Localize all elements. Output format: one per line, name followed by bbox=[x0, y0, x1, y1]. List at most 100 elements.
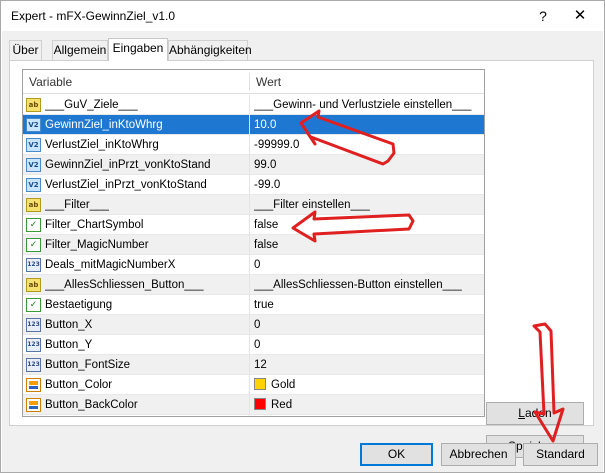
value-text: Gold bbox=[271, 379, 296, 391]
header-value[interactable]: Wert bbox=[250, 70, 484, 94]
default-button[interactable]: Standard bbox=[523, 443, 598, 466]
tab-allgemein[interactable]: Allgemein bbox=[52, 40, 108, 60]
string-type-icon: ab bbox=[26, 198, 41, 212]
close-icon[interactable]: ✕ bbox=[567, 4, 593, 28]
value-cell[interactable]: false bbox=[254, 215, 482, 235]
load-label-mnemonic: L bbox=[518, 406, 525, 420]
value-cell[interactable]: 0 bbox=[254, 335, 482, 355]
integer-type-icon: 123 bbox=[26, 358, 41, 372]
variable-name: VerlustZiel_inPrzt_vonKtoStand bbox=[45, 179, 207, 191]
value-text: Red bbox=[271, 399, 293, 411]
tab-eingaben[interactable]: Eingaben bbox=[108, 38, 168, 61]
table-row[interactable]: V2 VerlustZiel_inKtoWhrg -99999.0 bbox=[23, 135, 484, 155]
integer-type-icon: 123 bbox=[26, 258, 41, 272]
cancel-button[interactable]: Abbrechen bbox=[441, 443, 516, 466]
value-cell[interactable]: -99.0 bbox=[254, 175, 482, 195]
table-header: Variable Wert bbox=[23, 70, 484, 94]
bool-type-icon: ✓ bbox=[26, 238, 41, 252]
value-cell[interactable]: ___AllesSchliessen-Button einstellen___ bbox=[254, 275, 482, 295]
value-cell[interactable]: ___Filter einstellen___ bbox=[254, 195, 482, 215]
header-variable[interactable]: Variable bbox=[23, 70, 249, 94]
variable-name: Deals_mitMagicNumberX bbox=[45, 259, 176, 271]
column-divider bbox=[249, 295, 250, 315]
string-type-icon: ab bbox=[26, 278, 41, 292]
value-cell[interactable]: 12 bbox=[254, 355, 482, 375]
inputs-panel: Variable Wert ab ___GuV_Ziele___ ___Gewinn… bbox=[9, 60, 594, 458]
value-cell[interactable]: -99999.0 bbox=[254, 135, 482, 155]
bool-type-icon: ✓ bbox=[26, 298, 41, 312]
column-divider bbox=[249, 355, 250, 375]
variable-name: ___GuV_Ziele___ bbox=[45, 99, 138, 111]
column-divider bbox=[249, 115, 250, 135]
variable-name: Button_BackColor bbox=[45, 399, 138, 411]
value-cell[interactable]: true bbox=[254, 295, 482, 315]
variable-name: Filter_MagicNumber bbox=[45, 239, 149, 251]
column-divider bbox=[249, 275, 250, 295]
column-divider bbox=[249, 95, 250, 115]
variable-name: Button_FontSize bbox=[45, 359, 131, 371]
table-row[interactable]: ab ___AllesSchliessen_Button___ ___AllesSc… bbox=[23, 275, 484, 295]
expert-dialog-window: Expert - mFX-GewinnZiel_v1.0 ? ✕ Über Al… bbox=[0, 0, 605, 473]
value-cell[interactable]: 0 bbox=[254, 315, 482, 335]
integer-type-icon: 123 bbox=[26, 338, 41, 352]
color-type-icon bbox=[26, 398, 41, 412]
table-row[interactable]: 123 Button_FontSize 12 bbox=[23, 355, 484, 375]
double-type-icon: V2 bbox=[26, 158, 41, 172]
value-cell[interactable]: false bbox=[254, 235, 482, 255]
column-divider bbox=[249, 315, 250, 335]
column-divider bbox=[249, 155, 250, 175]
column-divider bbox=[249, 235, 250, 255]
tab-abhaengigkeiten[interactable]: Abhängigkeiten bbox=[168, 40, 252, 60]
column-divider bbox=[249, 335, 250, 355]
table-row[interactable]: V2 VerlustZiel_inPrzt_vonKtoStand -99.0 bbox=[23, 175, 484, 195]
table-row[interactable]: ✓ Filter_ChartSymbol false bbox=[23, 215, 484, 235]
column-divider bbox=[249, 195, 250, 215]
variable-name: Bestaetigung bbox=[45, 299, 113, 311]
table-row[interactable]: Button_BackColor Red bbox=[23, 395, 484, 415]
variable-name: Button_Y bbox=[45, 339, 93, 351]
color-swatch bbox=[254, 398, 266, 410]
column-divider bbox=[249, 215, 250, 235]
table-row[interactable]: V2 GewinnZiel_inKtoWhrg 10.0 bbox=[23, 115, 484, 135]
table-row[interactable]: 123 Deals_mitMagicNumberX 0 bbox=[23, 255, 484, 275]
variable-name: GewinnZiel_inPrzt_vonKtoStand bbox=[45, 159, 211, 171]
table-row[interactable]: V2 GewinnZiel_inPrzt_vonKtoStand 99.0 bbox=[23, 155, 484, 175]
dialog-body: Über Allgemein Eingaben Abhängigkeiten V… bbox=[2, 31, 603, 472]
column-divider bbox=[249, 255, 250, 275]
value-cell[interactable]: 0 bbox=[254, 255, 482, 275]
load-label-rest: aden bbox=[524, 406, 552, 420]
string-type-icon: ab bbox=[26, 98, 41, 112]
load-button[interactable]: Laden bbox=[486, 402, 584, 425]
title-bar[interactable]: Expert - mFX-GewinnZiel_v1.0 ? ✕ bbox=[1, 1, 604, 31]
help-icon[interactable]: ? bbox=[531, 4, 555, 28]
table-row[interactable]: ab ___GuV_Ziele___ ___Gewinn- und Verlustz… bbox=[23, 95, 484, 115]
double-type-icon: V2 bbox=[26, 138, 41, 152]
double-type-icon: V2 bbox=[26, 178, 41, 192]
tab-ueber[interactable]: Über bbox=[9, 40, 42, 60]
double-type-icon: V2 bbox=[26, 118, 41, 132]
variable-name: Button_X bbox=[45, 319, 93, 331]
window-title: Expert - mFX-GewinnZiel_v1.0 bbox=[11, 9, 176, 23]
value-cell[interactable]: ___Gewinn- und Verlustziele einstellen__… bbox=[254, 95, 482, 115]
ok-button[interactable]: OK bbox=[360, 443, 433, 466]
column-divider bbox=[249, 175, 250, 195]
value-cell[interactable]: 10.0 bbox=[254, 115, 482, 135]
variable-name: ___Filter___ bbox=[45, 199, 109, 211]
table-row[interactable]: 123 Button_X 0 bbox=[23, 315, 484, 335]
color-type-icon bbox=[26, 378, 41, 392]
table-row[interactable]: ✓ Bestaetigung true bbox=[23, 295, 484, 315]
variable-name: VerlustZiel_inKtoWhrg bbox=[45, 139, 159, 151]
variable-name: Button_Color bbox=[45, 379, 113, 391]
integer-type-icon: 123 bbox=[26, 318, 41, 332]
color-swatch bbox=[254, 378, 266, 390]
table-row[interactable]: 123 Button_Y 0 bbox=[23, 335, 484, 355]
column-divider bbox=[249, 395, 250, 415]
value-cell[interactable]: Red bbox=[254, 395, 482, 415]
table-row[interactable]: Button_Color Gold bbox=[23, 375, 484, 395]
table-row[interactable]: ✓ Filter_MagicNumber false bbox=[23, 235, 484, 255]
column-divider bbox=[249, 375, 250, 395]
value-cell[interactable]: Gold bbox=[254, 375, 482, 395]
table-row[interactable]: ab ___Filter___ ___Filter einstellen___ bbox=[23, 195, 484, 215]
value-cell[interactable]: 99.0 bbox=[254, 155, 482, 175]
bool-type-icon: ✓ bbox=[26, 218, 41, 232]
